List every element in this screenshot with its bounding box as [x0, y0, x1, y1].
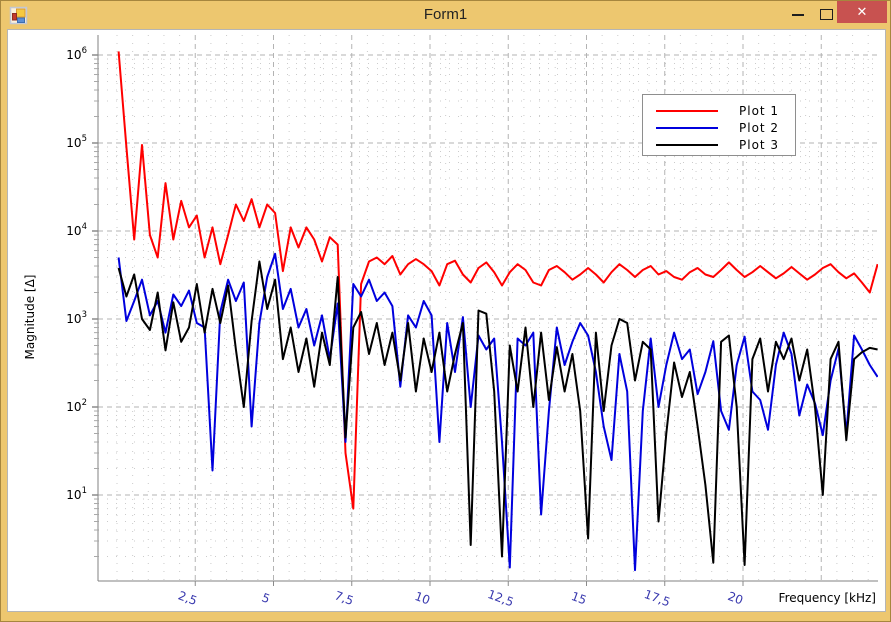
svg-text:105: 105 [66, 134, 87, 150]
y-axis-title: Magnitude [Δ] [23, 275, 37, 360]
svg-text:20: 20 [726, 589, 745, 607]
legend-entry-plot-2: Plot 2 [656, 119, 795, 136]
legend-entry-plot-1: Plot 1 [656, 102, 795, 119]
form-window: Form1 ✕ 101 102 103 104 105 106 2,5 5 7,5 10 12,5 1… [0, 0, 891, 622]
x-axis-title: Frequency [kHz] [779, 591, 876, 605]
chart-area: 1011021031041051062,557,51012,51517,520 … [7, 29, 886, 612]
svg-text:7,5: 7,5 [333, 588, 356, 608]
legend-entry-plot-3: Plot 3 [656, 136, 795, 153]
svg-text:12,5: 12,5 [486, 587, 516, 609]
close-icon: ✕ [857, 5, 868, 20]
svg-text:103: 103 [66, 310, 87, 326]
minimize-button[interactable] [785, 7, 811, 23]
chart-legend: Plot 1 Plot 2 Plot 3 [642, 94, 796, 156]
svg-text:102: 102 [66, 398, 87, 414]
svg-text:10: 10 [413, 589, 432, 607]
minimize-icon [792, 14, 804, 16]
svg-text:2,5: 2,5 [176, 588, 199, 608]
close-button[interactable]: ✕ [837, 1, 887, 23]
svg-text:101: 101 [66, 486, 87, 502]
svg-text:104: 104 [66, 222, 87, 238]
maximize-button[interactable] [814, 5, 838, 23]
legend-line-blue [656, 127, 718, 129]
window-title: Form1 [1, 6, 890, 23]
legend-label: Plot 1 [739, 104, 779, 118]
svg-text:15: 15 [569, 589, 588, 607]
svg-text:5: 5 [260, 590, 272, 606]
maximize-icon [820, 9, 833, 20]
svg-text:17,5: 17,5 [642, 587, 672, 609]
legend-label: Plot 3 [739, 138, 779, 152]
legend-label: Plot 2 [739, 121, 779, 135]
svg-text:106: 106 [66, 46, 87, 62]
legend-line-red [656, 110, 718, 112]
legend-line-black [656, 144, 718, 146]
titlebar[interactable]: Form1 ✕ [1, 1, 890, 29]
